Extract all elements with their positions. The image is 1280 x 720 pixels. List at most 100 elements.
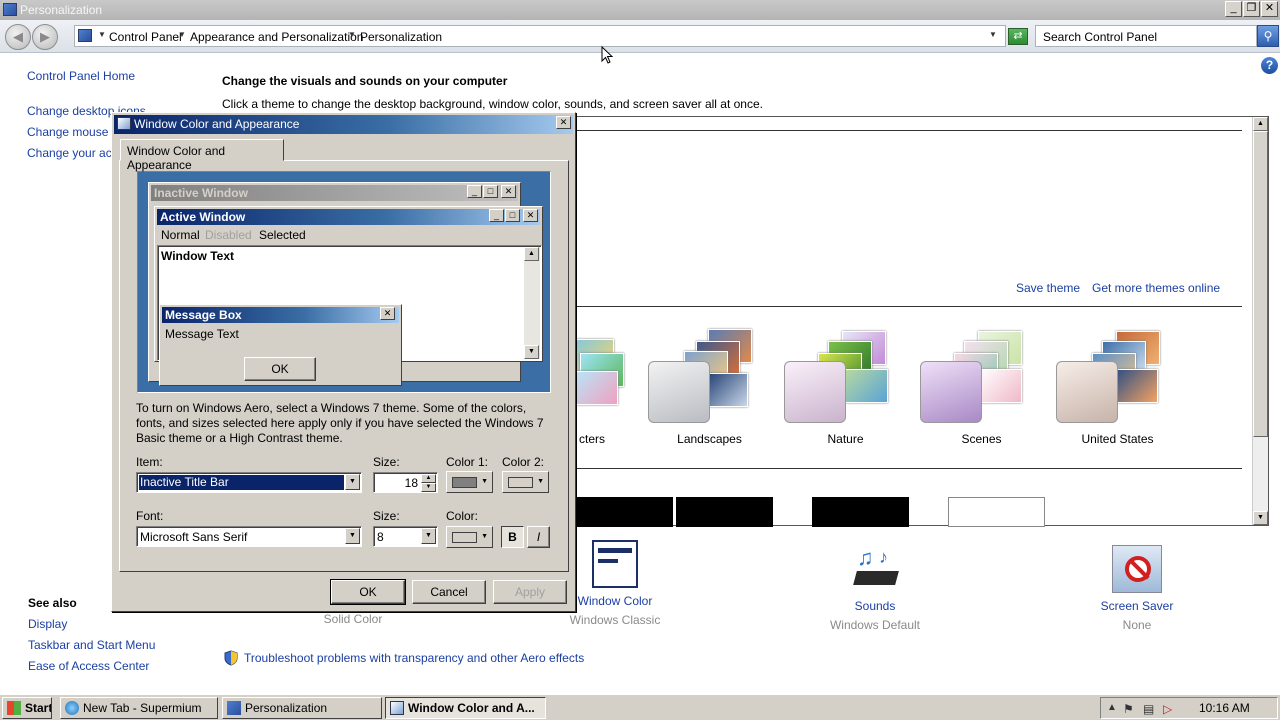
item-select[interactable]: Inactive Title Bar ▼ — [136, 472, 362, 493]
appearance-preview[interactable]: Inactive Window _ □ ✕ Active Window _ □ … — [137, 171, 551, 393]
display-link[interactable]: Display — [28, 617, 67, 631]
network-icon[interactable]: ▤ — [1143, 702, 1154, 716]
breadcrumb-control-panel[interactable]: Control Panel — [109, 30, 182, 44]
item-size-spinner[interactable]: 18 ▲ ▼ — [373, 472, 438, 493]
search-icon[interactable]: ⚲ — [1257, 25, 1279, 47]
font-color-picker[interactable]: ▼ — [446, 526, 493, 548]
taskbar-button-window-color[interactable]: Window Color and A... — [385, 697, 546, 719]
preview-menu-disabled[interactable]: Disabled — [205, 228, 252, 242]
cancel-button[interactable]: Cancel — [412, 580, 486, 604]
address-dropdown-icon[interactable]: ▼ — [989, 30, 997, 39]
theme-list[interactable]: Save theme Get more themes online cters … — [559, 116, 1269, 527]
italic-toggle[interactable]: I — [527, 526, 550, 548]
screen-saver-label[interactable]: Screen Saver — [1077, 599, 1197, 613]
ok-button[interactable]: OK — [330, 579, 406, 605]
search-input[interactable]: Search Control Panel — [1035, 25, 1257, 47]
item-size-label: Size: — [373, 455, 400, 469]
taskbar-button-label: New Tab - Supermium — [83, 701, 202, 715]
theme-nature[interactable] — [784, 329, 919, 429]
dialog-titlebar[interactable]: Window Color and Appearance ✕ — [114, 115, 573, 134]
color1-picker[interactable]: ▼ — [446, 471, 493, 493]
basic-theme-tile[interactable] — [948, 497, 1045, 527]
basic-theme-tile[interactable] — [676, 497, 773, 527]
divider — [576, 130, 1242, 131]
theme-list-scrollbar[interactable]: ▲ ▼ — [1252, 117, 1268, 525]
theme-united-states[interactable] — [1056, 329, 1191, 429]
color2-swatch — [508, 477, 533, 488]
chevron-down-icon[interactable]: ▼ — [98, 30, 106, 39]
scroll-thumb[interactable] — [1253, 131, 1268, 437]
basic-theme-tile[interactable] — [576, 497, 673, 527]
close-icon: ✕ — [501, 185, 516, 198]
solid-color-item[interactable]: Solid Color — [293, 612, 413, 626]
forward-button[interactable]: ▶ — [32, 24, 58, 50]
taskbar-button-label: Personalization — [245, 701, 328, 715]
theme-scenes[interactable] — [920, 329, 1055, 429]
chevron-down-icon[interactable]: ▼ — [348, 30, 356, 39]
sounds-item[interactable]: ♫ ♪ Sounds Windows Default — [815, 545, 935, 632]
volume-muted-icon[interactable]: ▷ — [1163, 702, 1172, 716]
troubleshoot-aero-link[interactable]: Troubleshoot problems with transparency … — [244, 651, 584, 665]
divider — [576, 468, 1242, 469]
get-more-themes-link[interactable]: Get more themes online — [1092, 281, 1220, 295]
chevron-down-icon[interactable]: ▼ — [345, 474, 360, 490]
close-button[interactable]: ✕ — [1261, 1, 1278, 17]
taskbar-button-supermium[interactable]: New Tab - Supermium — [60, 697, 218, 719]
breadcrumb-appearance[interactable]: Appearance and Personalization — [190, 30, 363, 44]
dialog-close-button[interactable]: ✕ — [556, 116, 571, 129]
scroll-up-icon[interactable]: ▲ — [1253, 117, 1268, 131]
maximize-icon: □ — [505, 209, 520, 222]
theme-label[interactable]: Nature — [778, 432, 913, 446]
breadcrumb-personalization[interactable]: Personalization — [360, 30, 442, 44]
sounds-label[interactable]: Sounds — [815, 599, 935, 613]
clock[interactable]: 10:16 AM — [1199, 701, 1250, 715]
theme-landscapes[interactable] — [648, 329, 783, 429]
preview-window-text: Window Text — [161, 249, 234, 263]
tab-window-color[interactable]: Window Color and Appearance — [120, 139, 284, 172]
shield-icon — [223, 650, 239, 666]
font-size-select[interactable]: 8 ▼ — [373, 526, 438, 547]
chevron-down-icon[interactable]: ▼ — [421, 528, 436, 544]
basic-theme-tile[interactable] — [812, 497, 909, 527]
back-button[interactable]: ◀ — [5, 24, 31, 50]
ease-of-access-link[interactable]: Ease of Access Center — [28, 659, 149, 673]
screen-saver-icon — [1112, 545, 1162, 593]
preview-menu-selected[interactable]: Selected — [259, 228, 306, 242]
font-size-value: 8 — [377, 530, 384, 544]
preview-message-box[interactable]: Message Box ✕ Message Text OK — [159, 304, 402, 386]
minimize-button[interactable]: _ — [1225, 1, 1242, 17]
window-color-dialog: Window Color and Appearance ✕ Window Col… — [111, 112, 576, 612]
taskbar-button-personalization[interactable]: Personalization — [222, 697, 382, 719]
action-center-flag-icon[interactable]: ⚑ — [1123, 702, 1134, 716]
start-button[interactable]: Start — [2, 697, 52, 719]
solid-color-label[interactable]: Solid Color — [293, 612, 413, 626]
theme-label[interactable]: Scenes — [914, 432, 1049, 446]
theme-label[interactable]: United States — [1050, 432, 1185, 446]
control-panel-home-link[interactable]: Control Panel Home — [27, 69, 135, 83]
screen-saver-item[interactable]: Screen Saver None — [1077, 545, 1197, 632]
refresh-button[interactable]: ⇄ — [1008, 28, 1028, 45]
taskbar-start-menu-link[interactable]: Taskbar and Start Menu — [28, 638, 155, 652]
show-hidden-icons-icon[interactable]: ▲ — [1107, 702, 1117, 713]
spin-up-icon[interactable]: ▲ — [421, 474, 436, 483]
preview-msgbox-title[interactable]: Message Box — [162, 307, 399, 323]
font-select[interactable]: Microsoft Sans Serif ▼ — [136, 526, 362, 547]
save-theme-link[interactable]: Save theme — [1016, 281, 1080, 295]
preview-active-title[interactable]: Active Window — [157, 209, 540, 225]
apply-button[interactable]: Apply — [493, 580, 567, 604]
preview-ok-button[interactable]: OK — [244, 357, 316, 381]
scroll-down-icon[interactable]: ▼ — [1253, 511, 1268, 525]
chevron-down-icon[interactable]: ▼ — [178, 30, 186, 39]
maximize-button[interactable]: ❐ — [1243, 1, 1260, 17]
theme-label[interactable]: Landscapes — [642, 432, 777, 446]
bold-toggle[interactable]: B — [501, 526, 524, 548]
preview-inactive-title[interactable]: Inactive Window — [151, 185, 518, 201]
preview-menu-normal[interactable]: Normal — [161, 228, 200, 242]
spin-down-icon[interactable]: ▼ — [421, 483, 436, 492]
chevron-down-icon[interactable]: ▼ — [345, 528, 360, 544]
help-icon[interactable]: ? — [1261, 57, 1278, 74]
address-bar[interactable]: ▼ Control Panel ▼ Appearance and Persona… — [74, 25, 1006, 47]
color2-picker[interactable]: ▼ — [502, 471, 549, 493]
close-icon: ✕ — [380, 307, 395, 320]
color1-swatch — [452, 477, 477, 488]
